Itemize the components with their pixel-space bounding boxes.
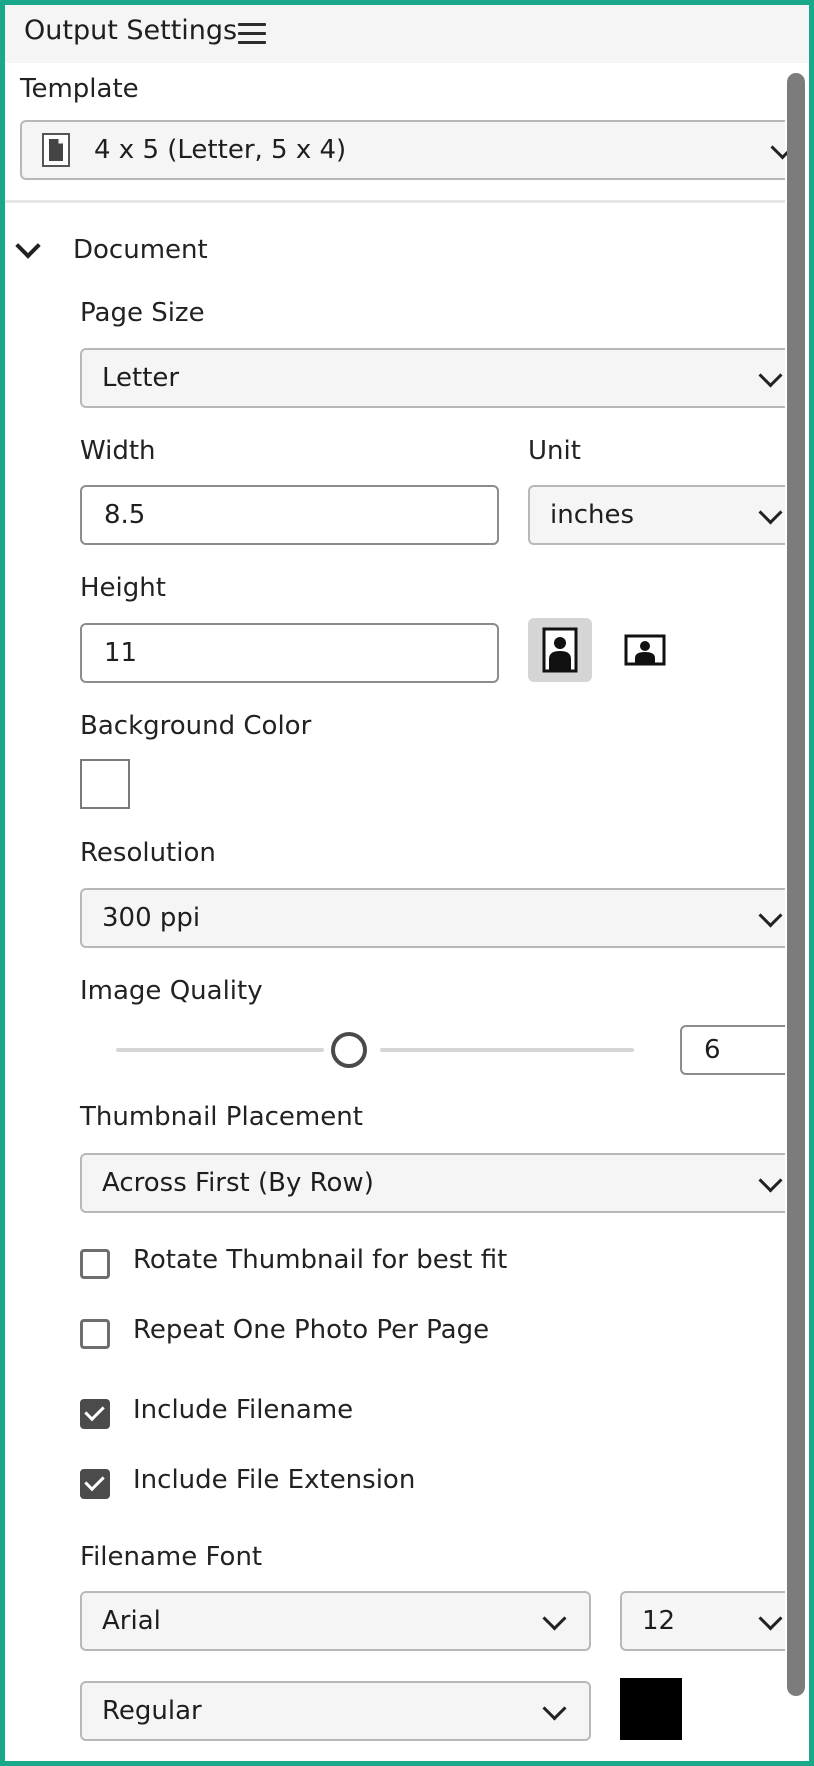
template-value: 4 x 5 (Letter, 5 x 4) (94, 135, 347, 165)
page-size-value: Letter (102, 363, 180, 393)
landscape-orientation-button[interactable] (613, 618, 677, 682)
output-settings-panel: Output Settings Template 4 x 5 (Letter, … (0, 0, 814, 1766)
repeat-one-photo-checkbox[interactable] (80, 1319, 110, 1349)
filename-font-style-value: Regular (102, 1696, 202, 1726)
page-size-select[interactable]: Letter (80, 348, 785, 408)
chevron-down-icon[interactable] (15, 233, 41, 259)
background-color-swatch[interactable] (80, 759, 130, 809)
panel-title: Output Settings (24, 15, 238, 46)
document-icon (42, 133, 70, 167)
unit-select[interactable]: inches (528, 485, 785, 545)
image-quality-slider-track[interactable] (116, 1048, 324, 1052)
chevron-down-icon (758, 903, 783, 928)
height-label: Height (80, 573, 166, 603)
filename-font-color-swatch[interactable] (620, 1678, 682, 1740)
page-size-label: Page Size (80, 298, 205, 328)
height-value: 11 (104, 638, 138, 668)
unit-value: inches (550, 500, 635, 530)
image-quality-slider-track[interactable] (380, 1048, 634, 1052)
chevron-down-icon (758, 363, 783, 388)
filename-font-label: Filename Font (80, 1542, 263, 1572)
thumbnail-placement-label: Thumbnail Placement (80, 1102, 363, 1132)
include-file-extension-checkbox[interactable] (80, 1469, 110, 1499)
include-filename-label[interactable]: Include Filename (133, 1395, 353, 1425)
section-document-label[interactable]: Document (73, 235, 208, 265)
divider (5, 200, 785, 203)
filename-font-size-value: 12 (642, 1606, 676, 1636)
width-value: 8.5 (104, 500, 146, 530)
include-filename-checkbox[interactable] (80, 1399, 110, 1429)
filename-font-style-select[interactable]: Regular (80, 1681, 591, 1741)
chevron-down-icon (758, 1168, 783, 1193)
thumbnail-placement-value: Across First (By Row) (102, 1168, 374, 1198)
include-file-extension-label[interactable]: Include File Extension (133, 1465, 415, 1495)
rotate-thumbnail-label[interactable]: Rotate Thumbnail for best fit (133, 1245, 507, 1275)
background-color-label: Background Color (80, 711, 312, 741)
image-quality-input[interactable]: 6 (680, 1025, 785, 1075)
thumbnail-placement-select[interactable]: Across First (By Row) (80, 1153, 785, 1213)
portrait-orientation-button[interactable] (528, 618, 592, 682)
image-quality-slider-thumb[interactable] (331, 1032, 367, 1068)
unit-label: Unit (528, 436, 581, 466)
template-select[interactable]: 4 x 5 (Letter, 5 x 4) (20, 120, 795, 180)
filename-font-family-select[interactable]: Arial (80, 1591, 591, 1651)
repeat-one-photo-label[interactable]: Repeat One Photo Per Page (133, 1315, 489, 1345)
resolution-select[interactable]: 300 ppi (80, 888, 785, 948)
chevron-down-icon (542, 1606, 567, 1631)
scrollbar[interactable] (787, 73, 805, 1696)
width-input[interactable]: 8.5 (80, 485, 499, 545)
filename-font-family-value: Arial (102, 1606, 161, 1636)
resolution-value: 300 ppi (102, 903, 201, 933)
rotate-thumbnail-checkbox[interactable] (80, 1249, 110, 1279)
chevron-down-icon (758, 500, 783, 525)
width-label: Width (80, 436, 156, 466)
chevron-down-icon (542, 1696, 567, 1721)
hamburger-menu-icon[interactable] (238, 23, 266, 45)
template-label: Template (20, 74, 139, 104)
height-input[interactable]: 11 (80, 623, 499, 683)
resolution-label: Resolution (80, 838, 216, 868)
chevron-down-icon (758, 1606, 783, 1631)
image-quality-value: 6 (704, 1035, 721, 1065)
image-quality-label: Image Quality (80, 976, 263, 1006)
portrait-icon (542, 627, 578, 673)
filename-font-size-select[interactable]: 12 (620, 1591, 785, 1651)
landscape-icon (624, 634, 666, 666)
